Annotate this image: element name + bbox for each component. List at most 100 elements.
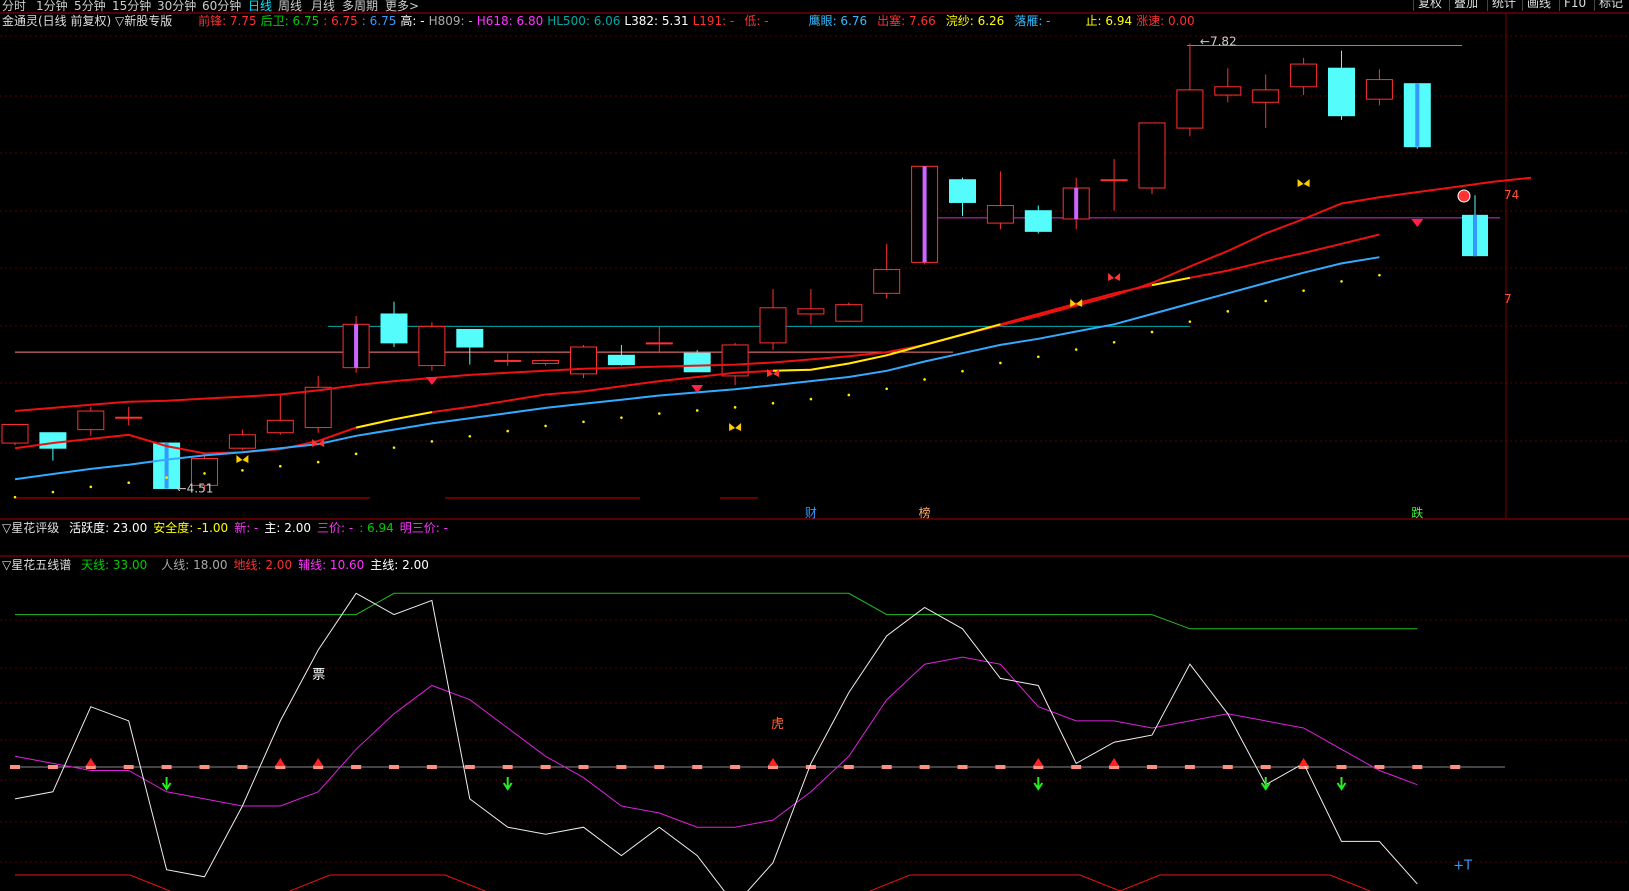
- sub1-title[interactable]: ▽星花评级: [2, 521, 59, 535]
- renxian-dash-23: [881, 765, 892, 769]
- period-tab-4[interactable]: 30分钟: [157, 0, 196, 14]
- butterfly-icon-5: [1108, 273, 1121, 281]
- dot-12: [468, 434, 472, 438]
- candle-stripe-1: [922, 166, 927, 263]
- dot-33: [1264, 299, 1267, 303]
- renxian-dash-38: [1450, 765, 1461, 769]
- period-tab-8[interactable]: 月线: [311, 0, 335, 14]
- candle-body-0: [1, 423, 29, 444]
- sub2-title[interactable]: ▽星花五线谱: [2, 558, 71, 572]
- toolbar-button-5[interactable]: 标记: [1594, 0, 1627, 11]
- dot-3: [127, 481, 130, 485]
- candle-body-34: [1290, 63, 1318, 88]
- renxian-dash-30: [1147, 765, 1157, 769]
- renxian-dash-9: [351, 765, 362, 769]
- renxian-dash-11: [426, 765, 437, 769]
- period-tab-1[interactable]: 1分钟: [36, 0, 68, 14]
- renxian-dash-4: [161, 765, 172, 769]
- sub2-header-item-0: 天线: 33.00: [81, 558, 148, 572]
- toolbar-button-1[interactable]: 叠加: [1449, 0, 1482, 11]
- period-tab-7[interactable]: 周线: [278, 0, 302, 14]
- renxian-dash-16: [616, 765, 627, 769]
- main-header-item-14: 落雁: -: [1014, 14, 1051, 28]
- butterfly-icon-0: [236, 455, 249, 463]
- candle-body-14: [532, 359, 560, 365]
- dot-4: [165, 476, 168, 479]
- renxian-dash-25: [957, 765, 968, 769]
- period-tab-3[interactable]: 15分钟: [112, 0, 151, 14]
- candle-body-12: [456, 328, 484, 348]
- toolbar-button-2[interactable]: 统计: [1487, 0, 1520, 11]
- candle-body-26: [986, 205, 1014, 224]
- dot-36: [1378, 273, 1381, 277]
- main-header-item-7: HL500: 6.06: [547, 14, 621, 28]
- sub2-text-1: 虎: [771, 717, 784, 732]
- dot-9: [354, 452, 358, 456]
- candle-body-32: [1214, 86, 1242, 96]
- main-header-item-16: 涨速: 0.00: [1136, 14, 1195, 28]
- toolbar-button-3[interactable]: 画线: [1522, 0, 1555, 11]
- toolbar-button-0[interactable]: 复权: [1413, 0, 1446, 11]
- main-header-item-8: L382: 5.31: [624, 14, 689, 28]
- renxian-dash-3: [123, 765, 134, 769]
- main-header-item-13: 浣纱: 6.26: [945, 14, 1005, 28]
- zhuxian-line: [14, 592, 1418, 891]
- green-down-arrow-icon-1: [502, 777, 513, 791]
- main-title[interactable]: 金通灵(日线 前复权) ▽新股专版: [2, 14, 172, 28]
- candle-body-27: [1024, 210, 1052, 232]
- period-tab-6[interactable]: 日线: [248, 0, 272, 14]
- dot-14: [544, 424, 547, 428]
- period-tab-9[interactable]: 多周期: [342, 0, 378, 14]
- red-up-arrow-icon-1: [275, 758, 286, 766]
- period-tab-2[interactable]: 5分钟: [74, 0, 106, 14]
- dot-18: [695, 409, 699, 412]
- butterfly-wing: [1303, 179, 1310, 187]
- sub1-header-item-2: 新: -: [234, 521, 259, 535]
- candle-extra-stripe: [1473, 214, 1477, 257]
- renxian-dash-5: [199, 765, 210, 769]
- dot-2: [89, 485, 93, 489]
- butterfly-icon-2: [729, 423, 742, 431]
- renxian-dash-22: [843, 765, 854, 769]
- renxian-dash-18: [692, 765, 703, 769]
- dot-25: [961, 369, 964, 373]
- sub2-header-item-4: 主线: 2.00: [370, 558, 429, 572]
- candle-body-30: [1138, 122, 1166, 189]
- bottom-tag-2: 跌: [1411, 505, 1423, 520]
- dixian-line: [15, 874, 1371, 891]
- candle-body-7: [266, 419, 294, 434]
- dot-8: [316, 460, 320, 464]
- green-down-arrow-icon-4: [1336, 777, 1347, 791]
- dot-26: [999, 361, 1002, 365]
- sub1-header-item-3: 主: 2.00: [264, 521, 311, 535]
- butterfly-wing: [1108, 273, 1115, 281]
- period-tab-5[interactable]: 60分钟: [202, 0, 241, 14]
- main-header-item-4: 高: -: [400, 14, 425, 28]
- dot-19: [733, 406, 737, 409]
- renxian-dash-17: [654, 765, 665, 769]
- period-tab-10[interactable]: 更多>: [385, 0, 419, 14]
- renxian-dash-35: [1336, 765, 1347, 769]
- dot-29: [1112, 340, 1116, 344]
- top-toolbar: 分时 1分钟 5分钟 15分钟 30分钟 60分钟 日线 周线 月线 多周期 更多> 复权 叠加 统计 画线…: [0, 0, 1629, 13]
- fuxian-line: [14, 656, 1418, 828]
- renxian-dash-14: [540, 765, 551, 769]
- renxian-dash-26: [995, 765, 1006, 769]
- diamond-icon-0: [425, 377, 438, 385]
- renxian-dash-37: [1412, 765, 1423, 769]
- main-header-item-0: 前锋: 7.75: [198, 14, 257, 28]
- red-up-arrow-icon-2: [313, 758, 324, 766]
- main-header-item-1: 后卫: 6.75: [260, 14, 320, 28]
- dot-31: [1188, 320, 1192, 323]
- red-up-arrow-icon-0: [85, 758, 96, 766]
- tianxian-line: [15, 592, 1418, 630]
- period-tab-0[interactable]: 分时: [2, 0, 26, 14]
- main-header-item-9: L191: -: [692, 14, 735, 28]
- renxian-dash-10: [389, 765, 399, 769]
- dot-21: [809, 397, 813, 401]
- candle-body-20: [759, 307, 787, 344]
- toolbar-button-4[interactable]: F10: [1559, 0, 1590, 11]
- renxian-dash-32: [1222, 765, 1233, 769]
- bottom-tag-0: 财: [805, 506, 817, 520]
- candle-stripe-3: [164, 443, 169, 489]
